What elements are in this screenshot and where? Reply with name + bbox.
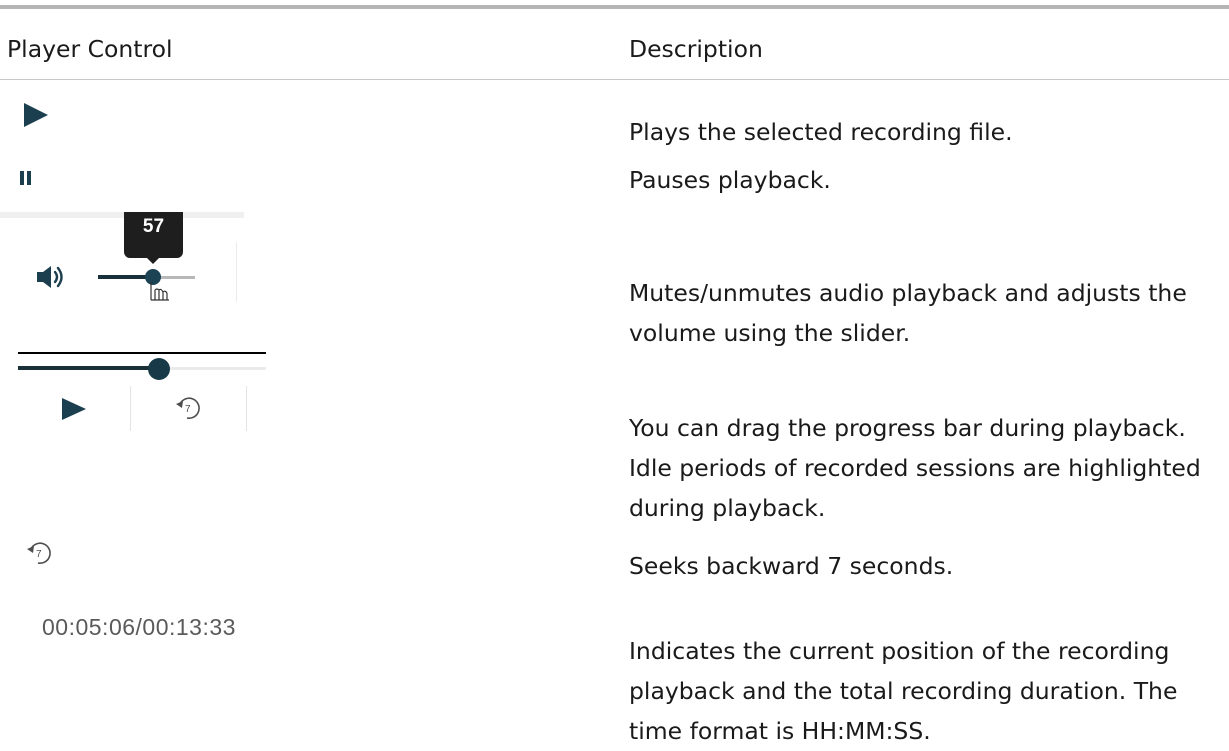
row-progress-description: You can drag the progress bar during pla… <box>629 414 1201 522</box>
play-icon[interactable] <box>24 103 48 131</box>
timecode-display: 00:05:06/00:13:33 <box>42 614 236 640</box>
seek-back-icon[interactable]: 7 <box>22 537 56 571</box>
row-seek-description: Seeks backward 7 seconds. <box>629 552 954 580</box>
seek-back-icon[interactable]: 7 <box>171 392 205 426</box>
progress-control: 7 <box>0 348 266 433</box>
svg-text:7: 7 <box>36 549 42 560</box>
volume-tooltip-tip <box>145 256 161 264</box>
volume-control: 57 <box>0 212 244 304</box>
volume-tooltip: 57 <box>124 212 183 258</box>
svg-text:7: 7 <box>185 404 191 415</box>
volume-divider <box>236 242 237 302</box>
header-description: Description <box>629 35 763 63</box>
row-timecode-description: Indicates the current position of the re… <box>629 637 1178 745</box>
play-icon[interactable] <box>62 398 86 424</box>
pause-icon[interactable] <box>20 170 32 189</box>
progress-divider-right <box>246 386 247 431</box>
row-pause-description: Pauses playback. <box>629 166 831 194</box>
volume-top-line <box>0 212 244 218</box>
progress-bar-fill <box>18 366 160 370</box>
header-player-control: Player Control <box>7 35 173 63</box>
progress-top-line <box>18 352 266 354</box>
row-volume-description: Mutes/unmutes audio playback and adjusts… <box>629 279 1187 347</box>
progress-divider-left <box>130 386 131 431</box>
progress-bar-thumb[interactable] <box>148 358 171 380</box>
volume-icon[interactable] <box>35 264 65 294</box>
hand-cursor-icon <box>147 280 173 308</box>
row-play-description: Plays the selected recording file. <box>629 118 1013 146</box>
top-rule <box>0 5 1229 9</box>
header-rule <box>0 79 1229 80</box>
